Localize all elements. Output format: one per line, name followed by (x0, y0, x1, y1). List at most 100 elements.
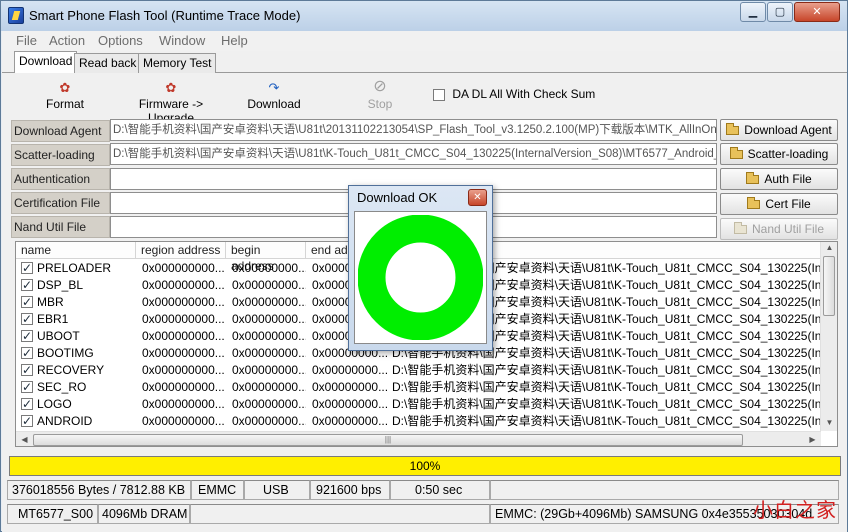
status-baud-rate: 921600 bps (310, 480, 390, 500)
status-storage-type: EMMC (191, 480, 244, 500)
column-header-begin-address[interactable]: begin address (226, 242, 306, 273)
column-header-region-address[interactable]: region address (136, 242, 226, 259)
partition-row-recovery[interactable]: RECOVERY 0x000000000... 0x00000000... 0x000… (16, 362, 821, 379)
tab-memory-test[interactable]: Memory Test (138, 53, 217, 73)
partition-checkbox[interactable] (21, 413, 33, 430)
partition-region-address: 0x000000000... (142, 397, 225, 411)
partition-checkbox[interactable] (21, 260, 33, 277)
partition-end-address: 0x00000000... (312, 414, 388, 428)
format-icon: ✿ (59, 80, 71, 95)
menu-help[interactable]: Help (221, 33, 248, 48)
scroll-right-icon[interactable]: ▶ (804, 435, 821, 444)
partition-name-text: PRELOADER (37, 261, 112, 275)
download-button[interactable]: ↷ Download (244, 80, 304, 112)
partition-region-address: 0x000000000... (142, 414, 225, 428)
menu-file[interactable]: File (16, 33, 37, 48)
partition-name: MBR (16, 294, 136, 311)
partition-name-text: RECOVERY (37, 363, 105, 377)
partition-checkbox[interactable] (21, 396, 33, 413)
dialog-close-button[interactable]: ✕ (468, 189, 487, 206)
auth-file-button[interactable]: Auth File (720, 168, 838, 190)
partition-checkbox[interactable] (21, 294, 33, 311)
horizontal-scroll-thumb[interactable]: ||| (33, 434, 743, 446)
partition-region-address: 0x000000000... (142, 312, 225, 326)
partition-checkbox[interactable] (21, 362, 33, 379)
cert-file-button[interactable]: Cert File (720, 193, 838, 215)
format-button[interactable]: ✿ Format (42, 80, 88, 112)
partition-end-address: 0x00000000... (312, 397, 388, 411)
nand-util-file-button[interactable]: Nand Util File (720, 218, 838, 240)
vertical-scroll-thumb[interactable] (823, 256, 835, 316)
nand-util-file-button-label: Nand Util File (751, 222, 825, 236)
status-bytes: 376018556 Bytes / 7812.88 KB (7, 480, 191, 500)
partition-name-text: BOOTIMG (37, 346, 94, 360)
download-agent-button[interactable]: Download Agent (720, 119, 838, 141)
partition-checkbox[interactable] (21, 345, 33, 362)
checksum-option[interactable]: DA DL All With Check Sum (433, 87, 595, 101)
scroll-up-icon[interactable]: ▲ (821, 243, 837, 252)
partition-location: D:\智能手机资料\国产安卓资料\天语\U81t\K-Touch_U81t_CM… (392, 397, 821, 411)
scroll-down-icon[interactable]: ▼ (821, 418, 837, 427)
menu-bar: File Action Options Window Help (2, 31, 847, 51)
partition-location: D:\智能手机资料\国产安卓资料\天语\U81t\K-Touch_U81t_CM… (392, 363, 821, 377)
window-title: Smart Phone Flash Tool (Runtime Trace Mo… (29, 8, 301, 23)
menu-window[interactable]: Window (159, 33, 205, 48)
partition-begin-address: 0x00000000... (232, 278, 306, 292)
partition-name: PRELOADER (16, 260, 136, 277)
scatter-loading-label: Scatter-loading File (11, 144, 110, 182)
partition-checkbox[interactable] (21, 311, 33, 328)
minimize-button[interactable]: ▁ (740, 2, 766, 22)
partition-name: UBOOT (16, 328, 136, 345)
auth-file-button-label: Auth File (764, 172, 812, 186)
partition-checkbox[interactable] (21, 277, 33, 294)
maximize-button[interactable]: ▢ (767, 2, 793, 22)
partition-name: LOGO (16, 396, 136, 413)
tab-download[interactable]: Download (14, 51, 78, 74)
download-agent-label: Download Agent (11, 120, 110, 142)
title-bar[interactable]: Smart Phone Flash Tool (Runtime Trace Mo… (1, 1, 847, 31)
scatter-loading-button[interactable]: Scatter-loading (720, 143, 838, 165)
partition-begin-address: 0x00000000... (232, 414, 306, 428)
download-ok-dialog: Download OK ✕ (348, 185, 493, 351)
partition-region-address: 0x000000000... (142, 329, 225, 343)
partition-row-logo[interactable]: LOGO 0x000000000... 0x00000000... 0x0000000… (16, 396, 821, 413)
download-arrow-icon: ↷ (268, 80, 280, 95)
partition-location: D:\智能手机资料\国产安卓资料\天语\U81t\K-Touch_U81t_CM… (392, 380, 821, 394)
format-label: Format (45, 97, 84, 111)
scroll-left-icon[interactable]: ◀ (16, 435, 33, 444)
firmware-upgrade-icon: ✿ (165, 80, 177, 95)
partition-end-address: 0x00000000... (312, 380, 388, 394)
horizontal-scrollbar[interactable]: ◀ ||| ▶ (16, 431, 821, 446)
tab-read-back[interactable]: Read back (74, 53, 142, 73)
progress-percent: 100% (409, 459, 441, 473)
partition-region-address: 0x000000000... (142, 380, 225, 394)
vertical-scrollbar[interactable]: ▲ ▼ (820, 242, 837, 431)
checksum-checkbox[interactable] (433, 88, 445, 101)
close-button[interactable]: ✕ (794, 2, 840, 22)
authentication-file-label: Authentication File (11, 168, 110, 206)
partition-checkbox[interactable] (21, 379, 33, 396)
partition-name: BOOTIMG (16, 345, 136, 362)
partition-begin-address: 0x00000000... (232, 329, 306, 343)
app-window: Smart Phone Flash Tool (Runtime Trace Mo… (0, 0, 848, 532)
certification-file-label: Certification File (11, 192, 110, 214)
download-agent-field[interactable]: D:\智能手机资料\国产安卓资料\天语\U81t\20131102213054\… (110, 119, 717, 141)
partition-name-text: MBR (37, 295, 64, 309)
partition-checkbox[interactable] (21, 328, 33, 345)
stop-button[interactable]: ⊘ Stop (361, 79, 399, 112)
menu-options[interactable]: Options (98, 33, 143, 48)
partition-name-text: DSP_BL (37, 278, 84, 292)
partition-name: SEC_RO (16, 379, 136, 396)
download-agent-button-label: Download Agent (744, 123, 832, 137)
column-header-name[interactable]: name (16, 242, 136, 259)
checksum-label: DA DL All With Check Sum (452, 87, 596, 101)
menu-action[interactable]: Action (49, 33, 85, 48)
partition-name: ANDROID (16, 413, 136, 430)
partition-name-text: SEC_RO (37, 380, 87, 394)
scatter-loading-button-label: Scatter-loading (747, 147, 829, 161)
partition-row-android[interactable]: ANDROID 0x000000000... 0x00000000... 0x0000… (16, 413, 821, 430)
status-blank (190, 504, 490, 524)
scatter-loading-field[interactable]: D:\智能手机资料\国产安卓资料\天语\U81t\K-Touch_U81t_CM… (110, 143, 717, 165)
partition-row-sec-ro[interactable]: SEC_RO 0x000000000... 0x00000000... 0x00000… (16, 379, 821, 396)
folder-open-icon (733, 222, 747, 234)
